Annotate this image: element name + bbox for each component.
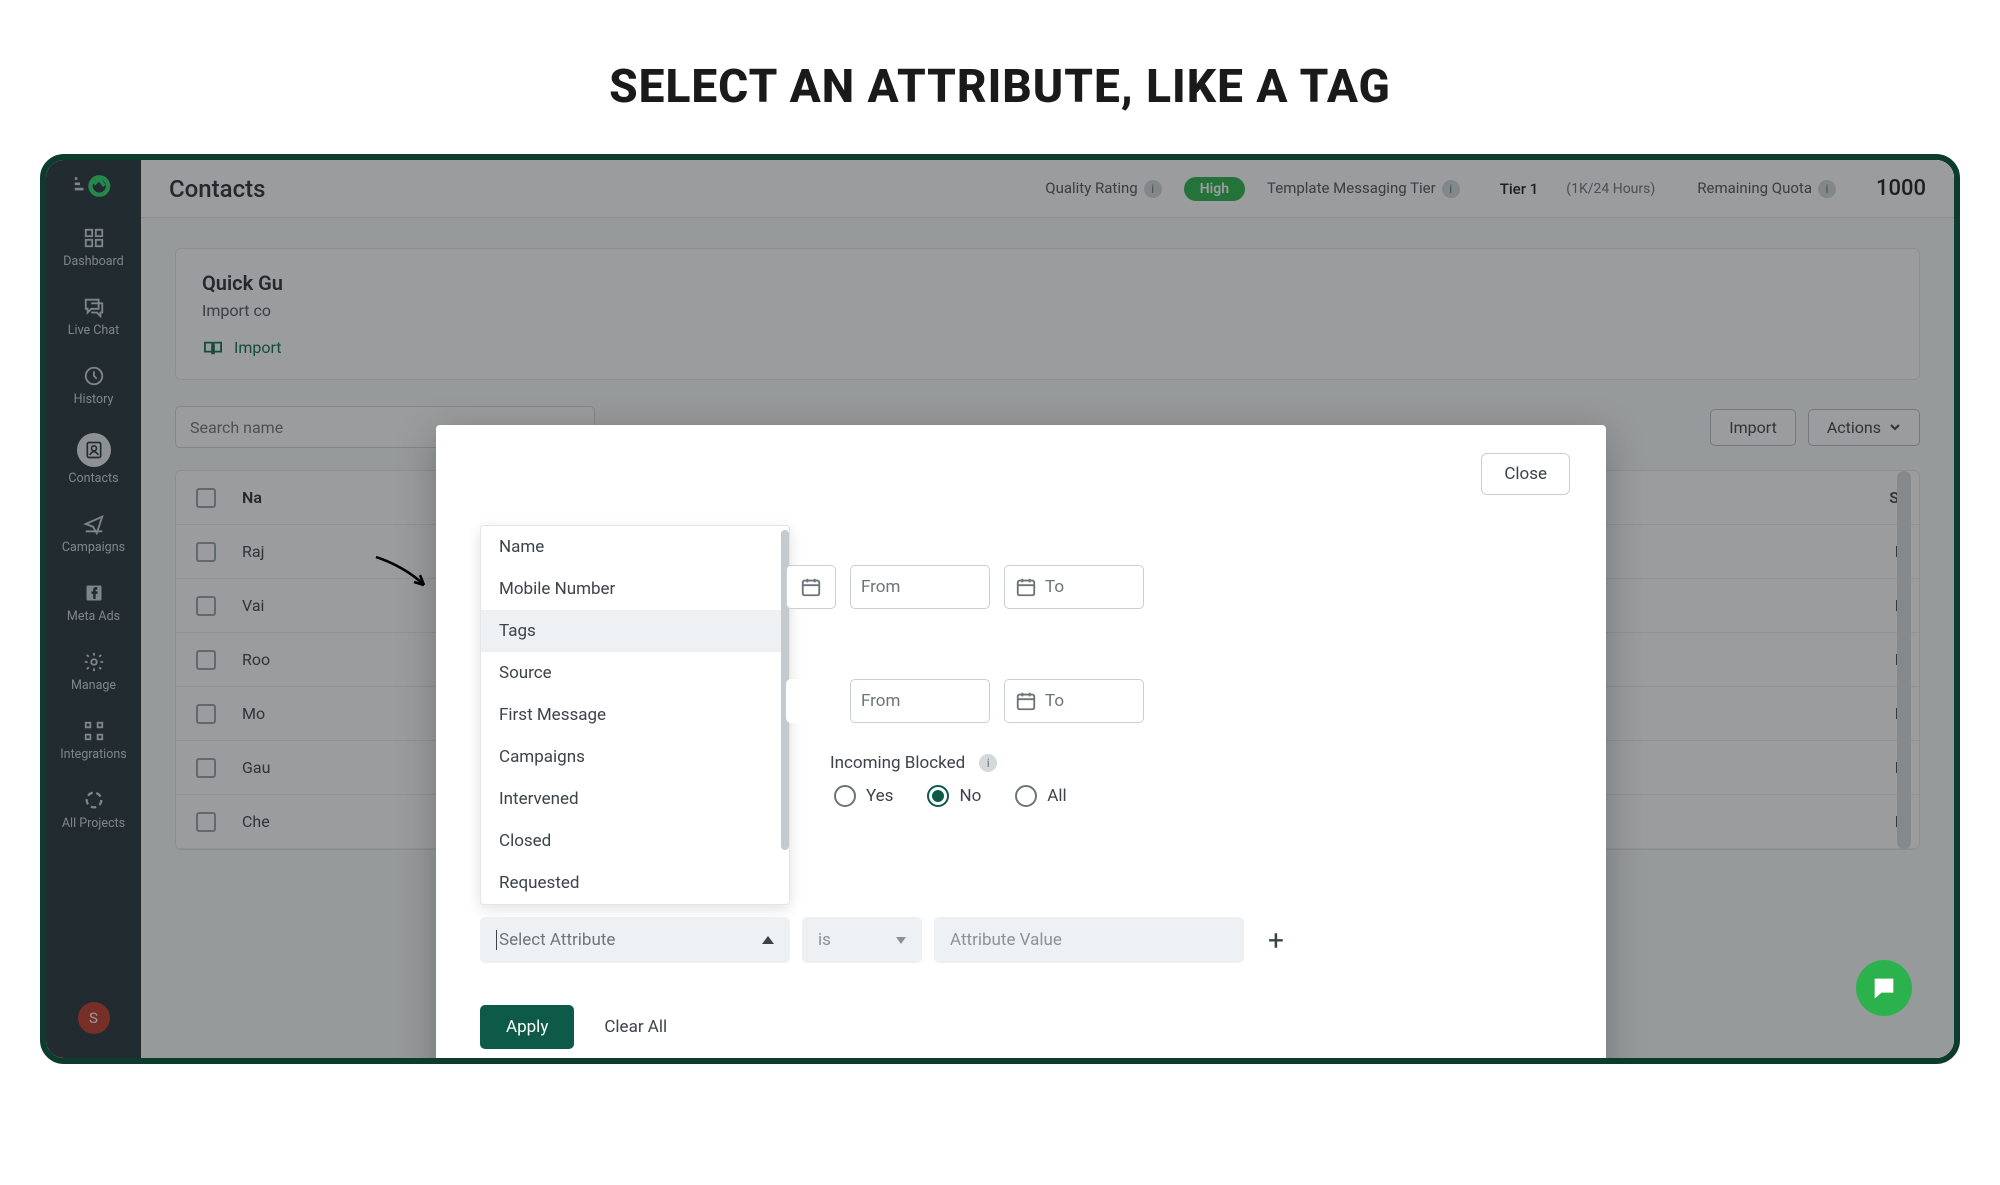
calendar-icon[interactable] xyxy=(786,565,836,609)
radio-no[interactable]: No xyxy=(927,785,981,807)
instruction-heading: SELECT AN ATTRIBUTE, LIKE A TAG xyxy=(0,60,2000,114)
calendar-icon xyxy=(1015,576,1037,598)
close-button[interactable]: Close xyxy=(1481,453,1570,495)
date-range-2: From To xyxy=(786,679,1144,723)
operator-select[interactable]: is xyxy=(802,917,922,963)
caret-down-icon xyxy=(896,937,906,944)
attribute-select[interactable]: Select Attribute xyxy=(480,917,790,963)
date-to-input[interactable]: To xyxy=(1004,565,1144,609)
date-to-input-2[interactable]: To xyxy=(1004,679,1144,723)
dropdown-option[interactable]: Closed xyxy=(481,820,789,862)
dropdown-option[interactable]: Campaigns xyxy=(481,736,789,778)
radio-all[interactable]: All xyxy=(1015,785,1066,807)
dropdown-option[interactable]: Requested xyxy=(481,862,789,904)
radio-yes[interactable]: Yes xyxy=(834,785,893,807)
filter-modal: Close NameMobile NumberTagsSourceFirst M… xyxy=(436,425,1606,1064)
attribute-value-input[interactable]: Attribute Value xyxy=(934,917,1244,963)
dropdown-option[interactable]: Mobile Number xyxy=(481,568,789,610)
caret-up-icon xyxy=(762,936,774,944)
add-filter-button[interactable]: + xyxy=(1256,924,1296,957)
date-from-input[interactable]: From xyxy=(850,565,990,609)
calendar-icon xyxy=(1015,690,1037,712)
apply-button[interactable]: Apply xyxy=(480,1005,574,1049)
chat-bubble-icon xyxy=(1870,974,1898,1002)
dropdown-option[interactable]: Intervened xyxy=(481,778,789,820)
dropdown-option[interactable]: Name xyxy=(481,526,789,568)
attribute-filter-row: Select Attribute is Attribute Value + xyxy=(480,917,1296,963)
dropdown-option[interactable]: First Message xyxy=(481,694,789,736)
clear-all-button[interactable]: Clear All xyxy=(604,1017,667,1037)
attribute-dropdown: NameMobile NumberTagsSourceFirst Message… xyxy=(480,525,790,905)
dropdown-option[interactable]: Tags xyxy=(481,610,789,652)
incoming-blocked-group: Incoming Blockedi Yes No All xyxy=(830,753,1067,807)
date-range-1: From To xyxy=(786,565,1144,609)
info-icon[interactable]: i xyxy=(979,754,997,772)
modal-actions: Apply Clear All xyxy=(480,1005,667,1049)
incoming-blocked-label: Incoming Blockedi xyxy=(830,753,1067,773)
dropdown-option[interactable]: Source xyxy=(481,652,789,694)
date-from-input-2[interactable]: From xyxy=(850,679,990,723)
app-frame: Dashboard Live Chat History Contacts Cam… xyxy=(40,154,1960,1064)
chat-fab[interactable] xyxy=(1856,960,1912,1016)
